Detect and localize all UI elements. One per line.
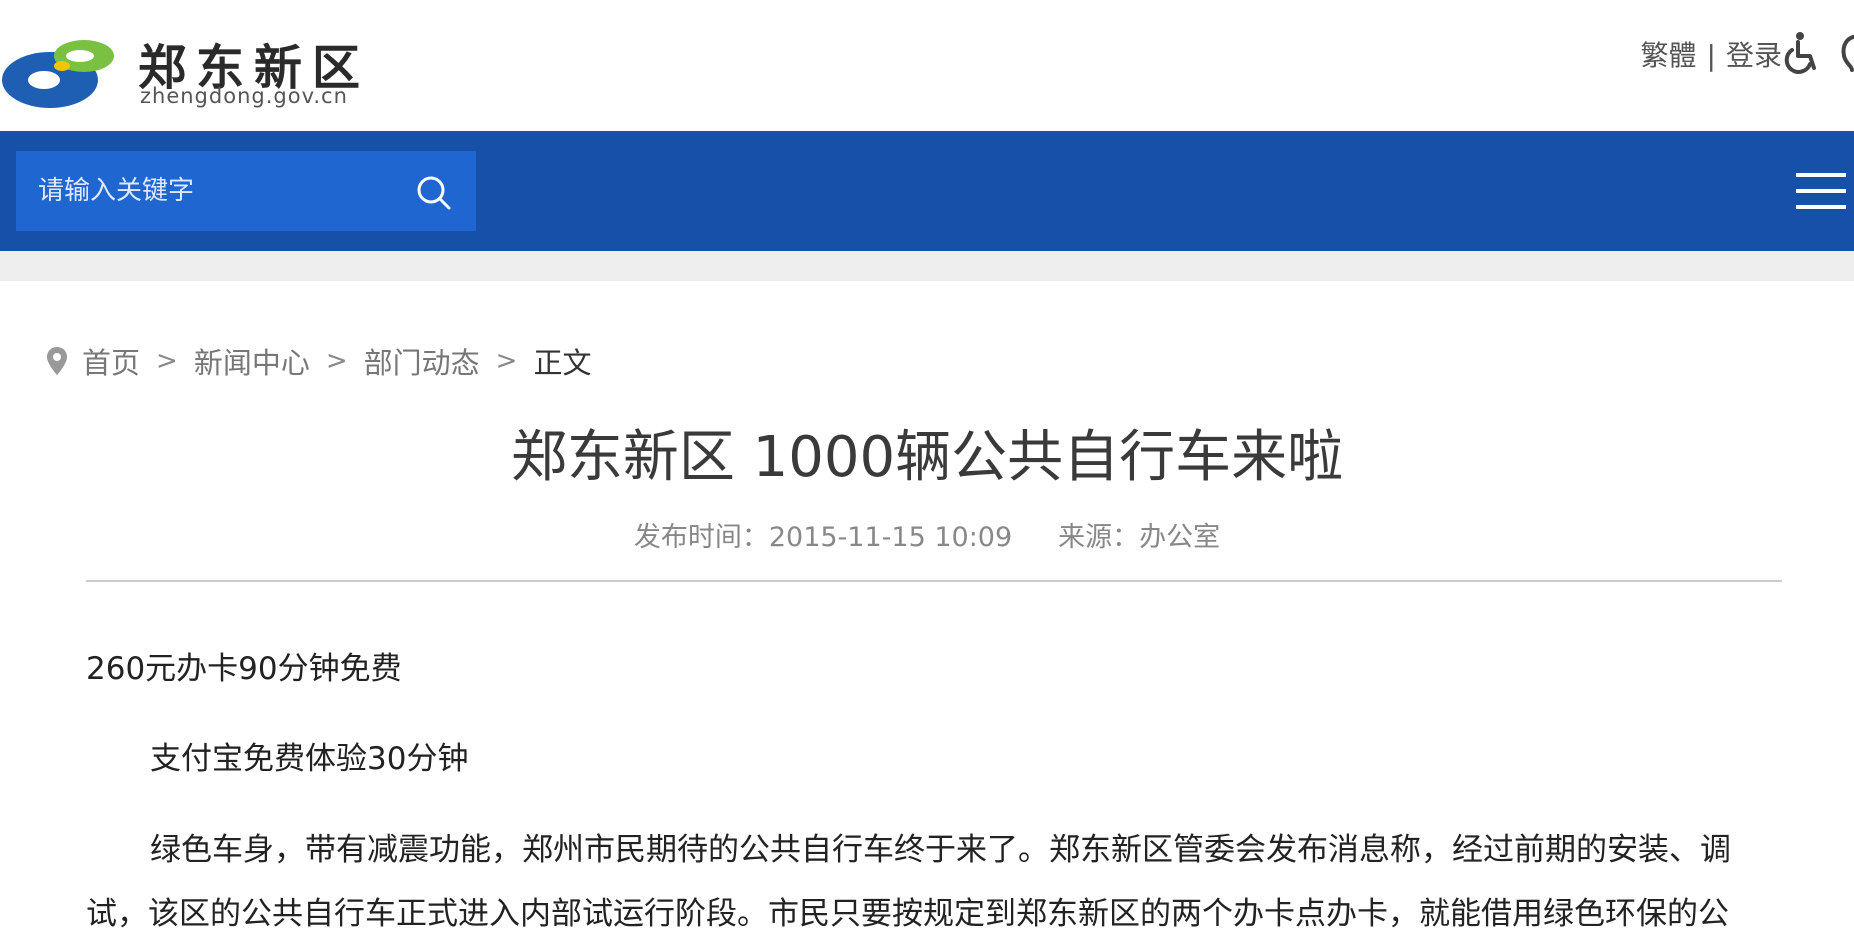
zhengdong-logo-icon[interactable] xyxy=(0,36,118,110)
breadcrumb-separator: > xyxy=(325,346,348,376)
ear-icon[interactable] xyxy=(1838,30,1854,74)
top-links: 繁體 | 登录 xyxy=(1641,34,1782,74)
login-link[interactable]: 登录 xyxy=(1726,39,1782,72)
article-meta: 发布时间：2015-11-15 10:09 来源：办公室 xyxy=(0,515,1854,554)
breadcrumb-current: 正文 xyxy=(533,346,592,380)
breadcrumb-department-news[interactable]: 部门动态 xyxy=(364,340,480,382)
search-box xyxy=(16,151,476,231)
article-body: 260元办卡90分钟免费 支付宝免费体验30分钟 绿色车身，带有减震功能，郑州市… xyxy=(86,640,1782,946)
publish-time: 2015-11-15 10:09 xyxy=(768,522,1013,553)
search-input[interactable] xyxy=(36,151,416,231)
search-icon[interactable] xyxy=(414,173,454,213)
top-links-separator: | xyxy=(1706,39,1716,72)
source-label: 来源： xyxy=(1058,522,1140,553)
title-divider xyxy=(86,580,1782,582)
site-header: 郑东新区 zhengdong.gov.cn 繁體 | 登录 xyxy=(0,0,1854,131)
breadcrumb-news-center[interactable]: 新闻中心 xyxy=(194,340,310,382)
traditional-chinese-link[interactable]: 繁體 xyxy=(1641,39,1697,72)
breadcrumb-separator: > xyxy=(156,346,178,376)
main-navbar xyxy=(0,131,1854,251)
article-paragraph: 绿色车身，带有减震功能，郑州市民期待的公共自行车终于来了。郑东新区管委会发布消息… xyxy=(86,832,1731,932)
breadcrumb-home[interactable]: 首页 xyxy=(82,340,140,382)
article-paragraph: 支付宝免费体验30分钟 xyxy=(150,741,469,777)
wheelchair-icon[interactable] xyxy=(1780,30,1824,74)
breadcrumb-separator: > xyxy=(495,346,518,376)
hamburger-menu-icon[interactable] xyxy=(1796,169,1846,213)
location-pin-icon xyxy=(47,347,67,375)
breadcrumb: 首页 > 新闻中心 > 部门动态 > 正文 xyxy=(46,340,591,382)
article-paragraph: 260元办卡90分钟免费 xyxy=(86,651,402,687)
publish-label: 发布时间： xyxy=(633,522,769,553)
article-title: 郑东新区 1000辆公共自行车来啦 xyxy=(510,425,1344,490)
source-value: 办公室 xyxy=(1139,522,1221,553)
header-separator-strip xyxy=(0,251,1854,281)
logo-domain: zhengdong.gov.cn xyxy=(140,84,348,108)
